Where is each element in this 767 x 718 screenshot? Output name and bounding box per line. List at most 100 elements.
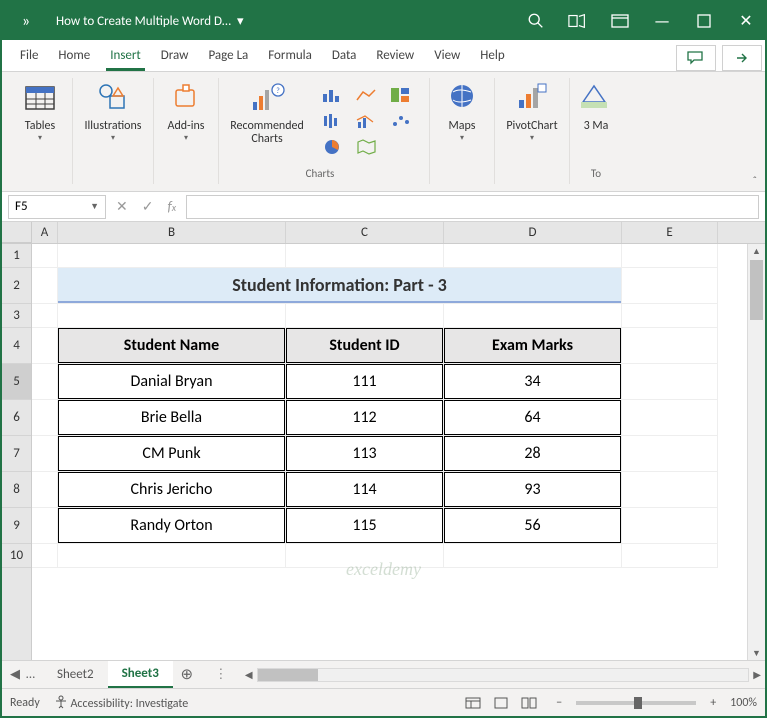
tab-file[interactable]: File [10, 42, 48, 71]
col-header-A[interactable]: A [32, 222, 58, 243]
tab-draw[interactable]: Draw [151, 42, 199, 71]
tab-view[interactable]: View [424, 42, 470, 71]
tab-insert[interactable]: Insert [100, 42, 151, 71]
cell-c5[interactable]: 111 [286, 364, 443, 399]
cell-b6[interactable]: Brie Bella [58, 400, 285, 435]
row-header-10[interactable]: 10 [2, 544, 31, 568]
tab-review[interactable]: Review [366, 42, 424, 71]
row-header-7[interactable]: 7 [2, 436, 31, 472]
minimize-button[interactable]: — [651, 10, 673, 32]
tab-formulas[interactable]: Formula [258, 42, 322, 71]
tables-label: Tables [25, 120, 55, 133]
fx-icon[interactable]: fx [167, 198, 176, 215]
vertical-scrollbar[interactable]: ▲ ▼ [747, 244, 765, 660]
maximize-button[interactable] [693, 10, 715, 32]
addins-button[interactable]: Add-ins ▾ [160, 78, 212, 143]
scroll-up-icon[interactable]: ▲ [748, 244, 765, 258]
ribbon-display-icon[interactable] [609, 10, 631, 32]
cell-c7[interactable]: 113 [286, 436, 443, 471]
illustrations-button[interactable]: Illustrations ▾ [79, 78, 147, 143]
ribbon-group-tables: Tables ▾ [8, 78, 73, 184]
tab-page-layout[interactable]: Page La [198, 42, 258, 71]
cell-c8[interactable]: 114 [286, 472, 443, 507]
3dmap-button[interactable]: 3 Ma [576, 78, 616, 133]
pie-chart-icon[interactable] [319, 136, 347, 158]
sheet-tab-bar: ◀ … Sheet2 Sheet3 ⊕ ⋮ ◀ ▶ [2, 660, 765, 688]
select-all[interactable] [2, 222, 32, 243]
zoom-slider[interactable] [576, 701, 696, 705]
row-header-8[interactable]: 8 [2, 472, 31, 508]
zoom-in-button[interactable]: + [710, 696, 716, 710]
close-button[interactable]: ✕ [735, 10, 757, 32]
new-sheet-button[interactable]: ⊕ [173, 665, 201, 684]
zoom-out-button[interactable]: − [556, 696, 562, 710]
cell-d5[interactable]: 34 [444, 364, 621, 399]
page-break-view-icon[interactable] [516, 693, 542, 713]
scatter-chart-icon[interactable] [387, 110, 415, 132]
column-chart-icon[interactable] [319, 84, 347, 106]
combo-chart-icon[interactable] [353, 110, 381, 132]
col-header-D[interactable]: D [444, 222, 622, 243]
zoom-level[interactable]: 100% [730, 696, 757, 710]
share-button[interactable] [722, 45, 762, 71]
row-header-1[interactable]: 1 [2, 244, 31, 268]
hierarchy-chart-icon[interactable] [387, 84, 415, 106]
collapse-ribbon[interactable]: ˆ [753, 174, 757, 187]
pivotchart-button[interactable]: PivotChart ▾ [501, 78, 563, 143]
cell-b7[interactable]: CM Punk [58, 436, 285, 471]
name-box-dropdown[interactable]: ▼ [90, 201, 99, 212]
line-chart-icon[interactable] [353, 84, 381, 106]
tab-home[interactable]: Home [48, 42, 100, 71]
statistic-chart-icon[interactable] [319, 110, 347, 132]
cancel-formula-icon[interactable]: ✕ [116, 198, 128, 215]
row-header-2[interactable]: 2 [2, 268, 31, 304]
normal-view-icon[interactable] [460, 693, 486, 713]
ribbon-tabs: File Home Insert Draw Page La Formula Da… [2, 40, 765, 72]
col-header-C[interactable]: C [286, 222, 444, 243]
tab-help[interactable]: Help [470, 42, 514, 71]
cell-b8[interactable]: Chris Jericho [58, 472, 285, 507]
cell-d8[interactable]: 93 [444, 472, 621, 507]
hscroll-left-icon[interactable]: ◀ [245, 668, 253, 681]
tables-button[interactable]: Tables ▾ [14, 78, 66, 143]
map-chart-icon[interactable] [353, 136, 381, 158]
cell-d7[interactable]: 28 [444, 436, 621, 471]
qat-more[interactable]: » [2, 2, 50, 40]
col-header-B[interactable]: B [58, 222, 286, 243]
scroll-thumb[interactable] [750, 260, 763, 320]
row-header-3[interactable]: 3 [2, 304, 31, 328]
page-layout-view-icon[interactable] [488, 693, 514, 713]
mode-switch-icon[interactable] [567, 10, 589, 32]
title-dropdown[interactable]: ▾ [237, 14, 244, 29]
titlebar-actions: — ✕ [525, 10, 765, 32]
hscroll-thumb[interactable] [258, 669, 318, 681]
row-header-9[interactable]: 9 [2, 508, 31, 544]
row-header-4[interactable]: 4 [2, 328, 31, 364]
name-box[interactable]: F5 ▼ [8, 195, 106, 219]
enter-formula-icon[interactable]: ✓ [142, 198, 154, 215]
row-header-5[interactable]: 5 [2, 364, 31, 400]
accessibility-status[interactable]: Accessibility: Investigate [54, 695, 188, 711]
search-icon[interactable] [525, 10, 547, 32]
hscroll-right-icon[interactable]: ▶ [753, 668, 761, 681]
cell-d9[interactable]: 56 [444, 508, 621, 543]
sheet-tab-sheet2[interactable]: Sheet2 [43, 662, 108, 687]
cell-b5[interactable]: Danial Bryan [58, 364, 285, 399]
sheet-nav-more[interactable]: … [26, 667, 35, 682]
comments-button[interactable] [676, 45, 716, 71]
horizontal-scrollbar[interactable]: ◀ ▶ [241, 668, 765, 682]
recommended-charts-button[interactable]: ? Recommended Charts [225, 78, 309, 146]
cell-d6[interactable]: 64 [444, 400, 621, 435]
formula-input[interactable] [186, 195, 759, 219]
cell-b9[interactable]: Randy Orton [58, 508, 285, 543]
row-header-6[interactable]: 6 [2, 400, 31, 436]
scroll-down-icon[interactable]: ▼ [748, 646, 765, 660]
maps-button[interactable]: Maps ▾ [436, 78, 488, 143]
sheet-nav-prev[interactable]: ◀ [10, 667, 20, 682]
cell-c9[interactable]: 115 [286, 508, 443, 543]
cell-c6[interactable]: 112 [286, 400, 443, 435]
tab-data[interactable]: Data [322, 42, 367, 71]
sheet-tab-sheet3[interactable]: Sheet3 [108, 661, 173, 688]
col-header-E[interactable]: E [622, 222, 718, 243]
cells-area[interactable]: Student Information: Part - 3 Student Na… [32, 244, 765, 660]
